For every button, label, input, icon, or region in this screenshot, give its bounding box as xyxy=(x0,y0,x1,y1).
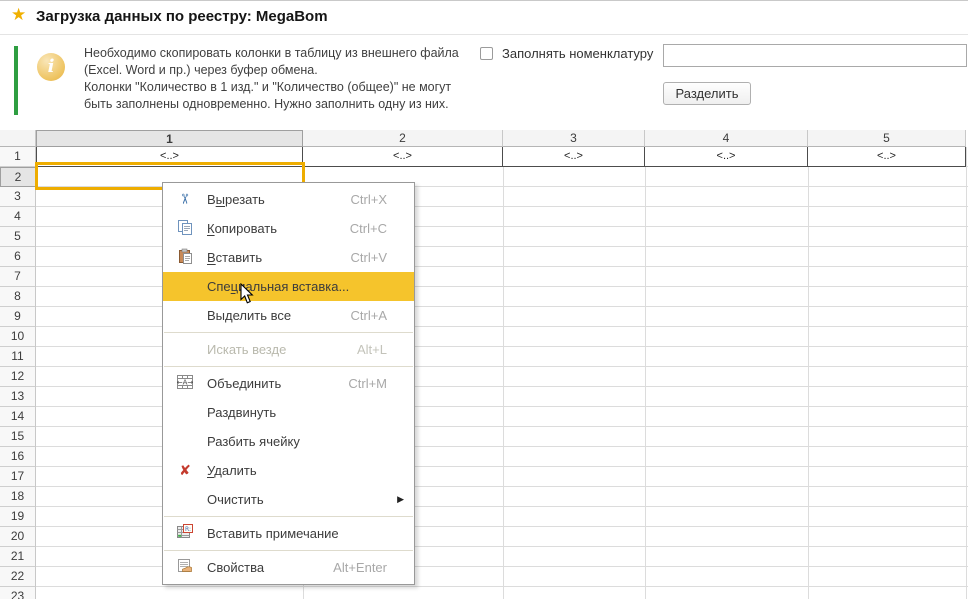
menu-item-shortcut: Ctrl+V xyxy=(351,250,387,265)
favorite-star-icon[interactable]: ★ xyxy=(11,5,26,25)
info-text: Необходимо скопировать колонки в таблицу… xyxy=(84,45,489,113)
row-header-13[interactable]: 13 xyxy=(0,387,36,407)
row-header-3[interactable]: 3 xyxy=(0,187,36,207)
menu-item-shortcut: Ctrl+M xyxy=(348,376,387,391)
menu-item-insert-note[interactable]: R: Вставить примечание xyxy=(163,519,414,548)
title-separator xyxy=(0,34,968,35)
info-accent-bar xyxy=(14,46,18,115)
row-header-12[interactable]: 12 xyxy=(0,367,36,387)
grid-column-line xyxy=(503,147,504,599)
row-header-10[interactable]: 10 xyxy=(0,327,36,347)
row-header-14[interactable]: 14 xyxy=(0,407,36,427)
menu-item-shortcut: Ctrl+C xyxy=(350,221,387,236)
menu-separator xyxy=(164,332,413,333)
grid-column-line xyxy=(808,147,809,599)
menu-item-merge[interactable]: ←А→ Объединить Ctrl+M xyxy=(163,369,414,398)
paste-icon xyxy=(177,248,193,264)
row-header-11[interactable]: 11 xyxy=(0,347,36,367)
menu-item-properties[interactable]: Свойства Alt+Enter xyxy=(163,553,414,582)
row-header-21[interactable]: 21 xyxy=(0,547,36,567)
row-header-20[interactable]: 20 xyxy=(0,527,36,547)
row-header-22[interactable]: 22 xyxy=(0,567,36,587)
menu-item-shortcut: Alt+L xyxy=(357,342,387,357)
menu-item-label: Вставить примечание xyxy=(207,526,339,541)
grid-column-line xyxy=(966,147,967,599)
svg-text:R:: R: xyxy=(185,526,191,533)
grid-row[interactable] xyxy=(36,587,968,599)
grid-column-line xyxy=(645,147,646,599)
submenu-arrow-icon: ▶ xyxy=(397,494,404,505)
insert-note-icon: R: xyxy=(177,524,193,539)
row-header-4[interactable]: 4 xyxy=(0,207,36,227)
menu-item-label: Выделить все xyxy=(207,308,291,323)
row-header-5[interactable]: 5 xyxy=(0,227,36,247)
context-menu: ✂ Вырезать Ctrl+X Копировать Ctrl+C Вставить C… xyxy=(162,182,415,585)
row-header-1[interactable]: 1 xyxy=(0,147,36,167)
page-title: Загрузка данных по реестру: MegaBom xyxy=(36,8,328,25)
column-header-3[interactable]: 3 xyxy=(503,130,645,147)
menu-item-label: Копировать xyxy=(207,221,277,236)
menu-item-cut[interactable]: ✂ Вырезать Ctrl+X xyxy=(163,185,414,214)
menu-separator xyxy=(164,516,413,517)
menu-item-paste-special[interactable]: Специальная вставка... xyxy=(163,272,414,301)
row-header-18[interactable]: 18 xyxy=(0,487,36,507)
properties-icon xyxy=(177,558,193,573)
nomenclature-input[interactable] xyxy=(663,44,967,67)
menu-item-expand[interactable]: Раздвинуть xyxy=(163,398,414,427)
menu-item-label: Очистить xyxy=(207,492,264,507)
row-header-23[interactable]: 23 xyxy=(0,587,36,599)
menu-separator xyxy=(164,550,413,551)
menu-item-label: Вырезать xyxy=(207,192,265,207)
row-header-8[interactable]: 8 xyxy=(0,287,36,307)
menu-item-search-everywhere[interactable]: Искать везде Alt+L xyxy=(163,335,414,364)
mouse-cursor xyxy=(240,283,255,310)
menu-item-shortcut: Alt+Enter xyxy=(333,560,387,575)
menu-item-label: Объединить xyxy=(207,376,281,391)
row-header-17[interactable]: 17 xyxy=(0,467,36,487)
row-header-2[interactable]: 2 xyxy=(0,167,36,187)
grid-cell-r1c2[interactable]: <..> xyxy=(303,147,503,167)
menu-item-label: Вставить xyxy=(207,250,262,265)
row-header-15[interactable]: 15 xyxy=(0,427,36,447)
menu-separator xyxy=(164,366,413,367)
cut-icon: ✂ xyxy=(177,193,193,205)
menu-item-label: Искать везде xyxy=(207,342,286,357)
merge-cells-icon: ←А→ xyxy=(177,375,193,389)
column-header-5[interactable]: 5 xyxy=(808,130,966,147)
menu-item-shortcut: Ctrl+X xyxy=(351,192,387,207)
menu-item-split-cell[interactable]: Разбить ячейку xyxy=(163,427,414,456)
menu-item-label: Удалить xyxy=(207,463,257,478)
copy-icon xyxy=(177,219,193,235)
delete-icon: ✘ xyxy=(179,462,191,478)
grid-cell-r1c3[interactable]: <..> xyxy=(503,147,645,167)
menu-item-delete[interactable]: ✘ Удалить xyxy=(163,456,414,485)
column-header-2[interactable]: 2 xyxy=(303,130,503,147)
menu-item-label: Раздвинуть xyxy=(207,405,276,420)
grid-corner-cell[interactable] xyxy=(0,130,36,147)
svg-text:←А→: ←А→ xyxy=(177,378,193,386)
row-header-6[interactable]: 6 xyxy=(0,247,36,267)
split-button[interactable]: Разделить xyxy=(663,82,751,105)
grid-cell-r1c5[interactable]: <..> xyxy=(808,147,966,167)
row-header-16[interactable]: 16 xyxy=(0,447,36,467)
menu-item-label: Специальная вставка... xyxy=(207,279,349,294)
fill-nomenclature-label[interactable]: Заполнять номенклатуру xyxy=(502,46,653,61)
menu-item-label: Свойства xyxy=(207,560,264,575)
info-icon: i xyxy=(37,53,65,81)
menu-item-copy[interactable]: Копировать Ctrl+C xyxy=(163,214,414,243)
grid-cell-r1c4[interactable]: <..> xyxy=(645,147,808,167)
menu-item-label: Разбить ячейку xyxy=(207,434,300,449)
row-header-9[interactable]: 9 xyxy=(0,307,36,327)
menu-item-paste[interactable]: Вставить Ctrl+V xyxy=(163,243,414,272)
spreadsheet-grid[interactable]: 1234512345678910111213141516171819202122… xyxy=(0,130,968,599)
row-header-19[interactable]: 19 xyxy=(0,507,36,527)
column-header-4[interactable]: 4 xyxy=(645,130,808,147)
fill-nomenclature-checkbox[interactable] xyxy=(480,47,493,60)
menu-item-select-all[interactable]: Выделить все Ctrl+A xyxy=(163,301,414,330)
menu-item-clear[interactable]: Очистить ▶ xyxy=(163,485,414,514)
column-header-1[interactable]: 1 xyxy=(36,130,303,147)
menu-item-shortcut: Ctrl+A xyxy=(351,308,387,323)
row-header-7[interactable]: 7 xyxy=(0,267,36,287)
